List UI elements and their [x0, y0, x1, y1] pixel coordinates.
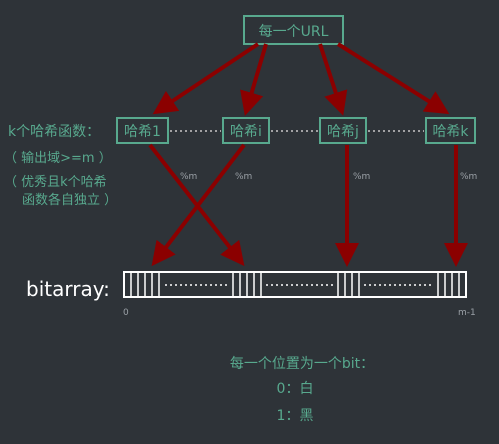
axis-start-label: 0	[123, 308, 129, 318]
axis-end-label: m-1	[458, 308, 476, 318]
bitarray-label: bitarray:	[26, 277, 110, 301]
arrow-url-to-hash-k	[336, 42, 450, 115]
label-good-and-k-hash: （ 优秀且k个哈希	[4, 175, 107, 190]
hash-to-bit-arrows	[148, 143, 468, 267]
bit-cells-group-1	[130, 272, 160, 297]
hash-node-1: 哈希1	[116, 117, 169, 144]
legend-each-position-bit: 每一个位置为一个bit：	[230, 356, 374, 372]
hash-node-i: 哈希i	[222, 117, 270, 144]
modulo-label-i: %m	[235, 172, 252, 182]
modulo-label-k: %m	[460, 172, 477, 182]
hash-node-j-label: 哈希j	[327, 124, 359, 140]
bit-cells-group-4	[437, 272, 460, 297]
url-node-label: 每一个URL	[259, 24, 329, 40]
bit-cells-group-2	[232, 272, 262, 297]
arrow-url-to-hash-j	[318, 43, 348, 116]
bitarray	[123, 271, 467, 298]
arrow-url-to-hash-1	[152, 42, 260, 115]
hash-functions-description: k个哈希函数： （ 输出域>=m ） （ 优秀且k个哈希 函数各自独立 ）	[4, 124, 117, 208]
url-node: 每一个URL	[243, 15, 344, 45]
modulo-label-1: %m	[180, 172, 197, 182]
label-output-domain: （ 输出域>=m ）	[4, 150, 112, 166]
hash-node-1-label: 哈希1	[124, 124, 161, 140]
arrow-url-to-hash-i	[240, 43, 268, 116]
label-k-hash-functions: k个哈希函数：	[8, 124, 100, 140]
bit-cells-group-3	[337, 272, 360, 297]
hash-node-j: 哈希j	[319, 117, 367, 144]
legend-zero-white: 0：白	[277, 381, 314, 397]
legend-one-black: 1：黑	[277, 408, 314, 424]
bloom-filter-diagram: 每一个URL 哈希1 哈希i 哈希j 哈希k k个哈希函数： （ 输出域>=m …	[4, 15, 477, 424]
bit-legend: 每一个位置为一个bit： 0：白 1：黑	[230, 356, 374, 424]
hash-node-k: 哈希k	[425, 117, 476, 144]
label-independent: 函数各自独立 ）	[22, 192, 117, 208]
modulo-label-j: %m	[353, 172, 370, 182]
hash-node-i-label: 哈希i	[230, 124, 262, 140]
hash-node-k-label: 哈希k	[432, 124, 469, 140]
url-to-hash-arrows	[152, 42, 450, 116]
